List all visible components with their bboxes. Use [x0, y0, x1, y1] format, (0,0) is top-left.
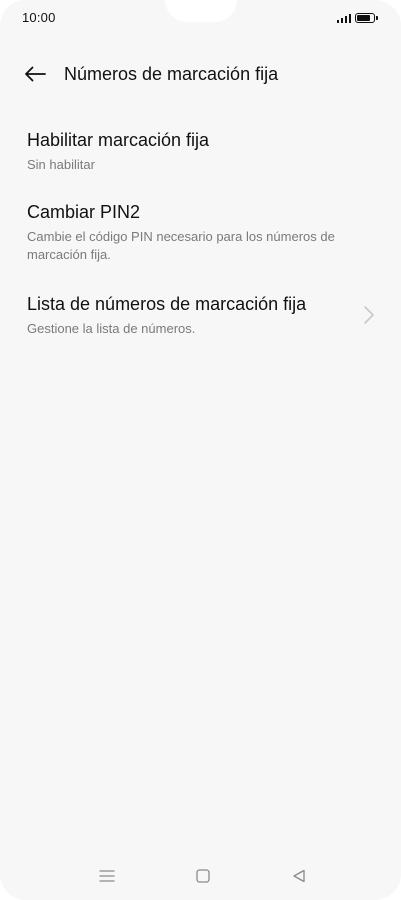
home-square-icon	[196, 869, 210, 883]
back-triangle-icon	[293, 869, 305, 883]
setting-enable-fixed-dialing[interactable]: Habilitar marcación fija Sin habilitar	[0, 128, 401, 174]
setting-subtitle: Cambie el código PIN necesario para los …	[27, 229, 335, 262]
battery-icon	[355, 13, 378, 23]
home-button[interactable]	[191, 866, 215, 886]
setting-subtitle: Sin habilitar	[27, 157, 95, 172]
setting-title: Cambiar PIN2	[27, 202, 141, 222]
battery-level-fill	[357, 15, 370, 21]
menu-button[interactable]	[95, 866, 119, 886]
setting-change-pin2[interactable]: Cambiar PIN2 Cambie el código PIN necesa…	[0, 200, 401, 264]
status-icons	[336, 11, 378, 23]
setting-title: Habilitar marcación fija	[27, 130, 210, 150]
status-time: 10:00	[22, 10, 56, 25]
setting-title: Lista de números de marcación fija	[27, 294, 307, 314]
system-navigation-bar	[0, 850, 401, 900]
app-header: Números de marcación fija	[0, 56, 401, 92]
back-nav-button[interactable]	[287, 866, 311, 886]
signal-icon	[336, 13, 351, 23]
setting-subtitle: Gestione la lista de números.	[27, 321, 196, 336]
page-title: Números de marcación fija	[64, 64, 279, 84]
chevron-right-icon	[364, 306, 374, 324]
arrow-left-icon	[25, 66, 46, 82]
menu-icon	[99, 870, 115, 882]
back-button[interactable]	[20, 60, 50, 88]
phone-screen: 10:00 Números de marcación fija Habilita…	[0, 0, 401, 900]
setting-fixed-dialing-list[interactable]: Lista de números de marcación fija Gesti…	[0, 292, 401, 338]
status-bar: 10:00	[0, 0, 401, 36]
